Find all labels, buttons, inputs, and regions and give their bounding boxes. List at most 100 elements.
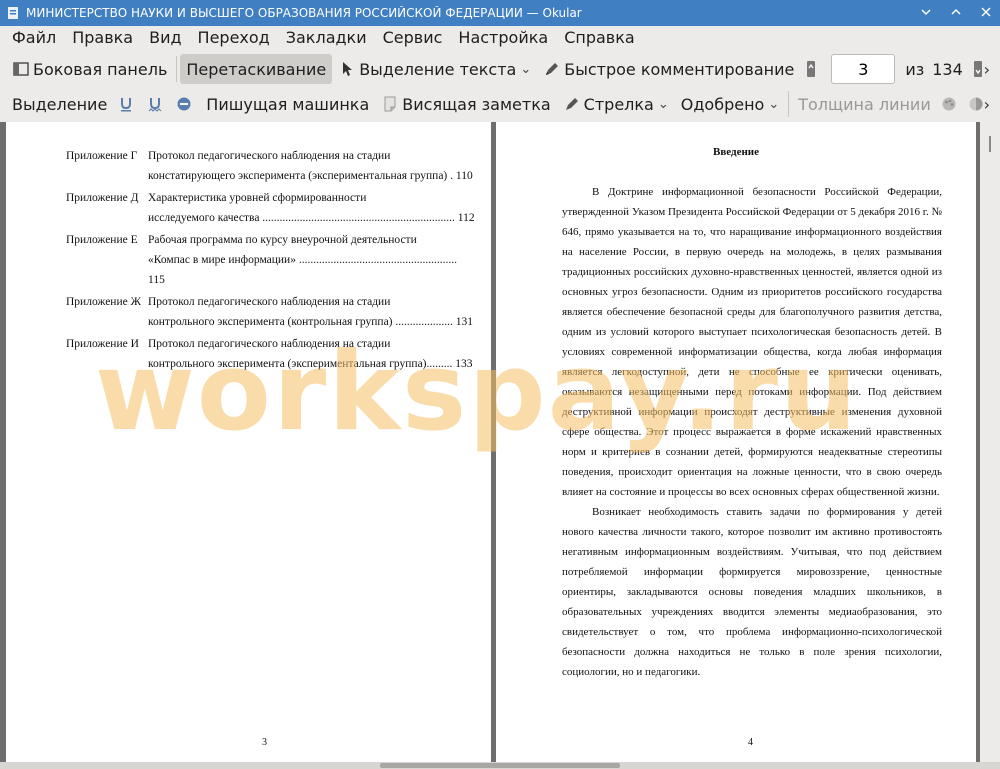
menu-bar: Файл Правка Вид Переход Закладки Сервис … (0, 26, 1000, 50)
page-4: Введение В Доктрине информационной безоп… (496, 122, 976, 762)
maximize-icon[interactable] (948, 4, 964, 20)
toc-line: «Компас в мире информации» .............… (148, 254, 457, 286)
strikeout-icon (175, 95, 193, 113)
arrow-tool-label: Стрелка (583, 94, 654, 114)
squiggly-underline-icon (146, 95, 164, 113)
inline-note-button[interactable]: Висящая заметка (375, 89, 556, 119)
menu-bookmarks[interactable]: Закладки (278, 27, 375, 49)
quick-comment-label: Быстрое комментирование (564, 59, 795, 79)
annotation-toolbar: Выделение Пишущая машинка Висящая заметк… (0, 87, 1000, 121)
typewriter-button[interactable]: Пишущая машинка (200, 89, 375, 119)
okular-app-icon[interactable] (5, 5, 21, 21)
menu-view[interactable]: Вид (141, 27, 189, 49)
page-total-label: 134 (932, 59, 963, 79)
window-title: МИНИСТЕРСТВО НАУКИ И ВЫСШЕГО ОБРАЗОВАНИЯ… (26, 6, 582, 20)
toc-entry[interactable]: Приложение Г Протокол педагогического на… (66, 146, 476, 186)
strikeout-button[interactable] (171, 89, 200, 119)
toc-line: Протокол педагогического наблюдения на с… (148, 338, 391, 350)
title-bar: МИНИСТЕРСТВО НАУКИ И ВЫСШЕГО ОБРАЗОВАНИЯ… (0, 0, 1000, 26)
page-up-icon (802, 60, 820, 78)
toc-line: Рабочая программа по курсу внеурочной де… (148, 234, 417, 246)
cursor-icon (338, 60, 356, 78)
sidebar-icon (12, 60, 30, 78)
table-of-contents: Приложение Г Протокол педагогического на… (66, 146, 476, 376)
toolbar-separator (176, 56, 178, 82)
toolbar-overflow-icon[interactable]: › (984, 60, 990, 79)
opacity-icon (967, 95, 985, 113)
menu-edit[interactable]: Правка (64, 27, 141, 49)
toc-entry[interactable]: Приложение Д Характеристика уровней сфор… (66, 188, 476, 228)
toc-entry-label: Приложение И (66, 338, 139, 350)
line-width-label: Толщина линии (798, 94, 931, 114)
menu-settings[interactable]: Настройка (450, 27, 556, 49)
underline-icon (117, 95, 135, 113)
line-width-button[interactable]: Толщина линии (792, 89, 937, 119)
squiggly-button[interactable] (142, 89, 171, 119)
okular-window: МИНИСТЕРСТВО НАУКИ И ВЫСШЕГО ОБРАЗОВАНИЯ… (0, 0, 1000, 769)
scrollbar-handle[interactable] (989, 136, 991, 152)
page-number: 4 (748, 737, 753, 748)
paragraph: Возникает необходимость ставить задачи п… (562, 506, 942, 678)
inline-note-label: Висящая заметка (402, 94, 551, 114)
chevron-down-icon[interactable]: ⌄ (768, 97, 779, 112)
palette-icon (940, 95, 958, 113)
menu-go[interactable]: Переход (190, 27, 278, 49)
document-view[interactable]: Приложение Г Протокол педагогического на… (0, 122, 1000, 762)
stamp-button[interactable]: Одобрено ⌄ (675, 89, 785, 119)
section-heading: Введение (712, 146, 760, 158)
highlight-label: Выделение (12, 94, 108, 114)
page-3: Приложение Г Протокол педагогического на… (6, 122, 491, 762)
scrollbar-handle[interactable] (380, 763, 620, 768)
highlight-button[interactable]: Выделение (6, 89, 113, 119)
text-selection-label: Выделение текста (359, 59, 517, 79)
toc-entry-text: Характеристика уровней сформированности … (148, 188, 476, 228)
vertical-scrollbar[interactable] (980, 122, 1000, 762)
toc-entry[interactable]: Приложение Ж Протокол педагогического на… (66, 292, 476, 332)
quick-comment-button[interactable]: Быстрое комментирование (537, 54, 800, 84)
drag-mode-label: Перетаскивание (186, 59, 327, 79)
pen-icon (563, 95, 581, 113)
toc-entry-text: Протокол педагогического наблюдения на с… (148, 146, 476, 186)
page-number: 3 (262, 737, 267, 748)
menu-help[interactable]: Справка (556, 27, 643, 49)
toc-entry-label: Приложение Е (66, 234, 138, 246)
toolbar-overflow-icon[interactable]: › (984, 95, 990, 114)
close-icon[interactable] (978, 4, 994, 20)
menu-file[interactable]: Файл (4, 27, 64, 49)
stamp-label: Одобрено (680, 94, 765, 114)
toc-line: контрольного эксперимента (контрольная г… (148, 316, 474, 328)
toc-entry[interactable]: Приложение И Протокол педагогического на… (66, 334, 476, 374)
drag-mode-button[interactable]: Перетаскивание (180, 54, 333, 84)
toc-line: Характеристика уровней сформированности (148, 192, 367, 204)
paragraph: В Доктрине информационной безопасности Р… (562, 186, 942, 498)
typewriter-label: Пишущая машинка (206, 94, 370, 114)
toc-entry[interactable]: Приложение Е Рабочая программа по курсу … (66, 230, 476, 290)
note-icon (381, 95, 399, 113)
chevron-down-icon[interactable]: ⌄ (520, 62, 531, 77)
sidebar-button[interactable]: Боковая панель (6, 54, 173, 84)
menu-tools[interactable]: Сервис (375, 27, 451, 49)
chevron-down-icon[interactable]: ⌄ (658, 97, 669, 112)
toc-entry-label: Приложение Д (66, 192, 139, 204)
toc-entry-text: Протокол педагогического наблюдения на с… (148, 292, 476, 332)
toc-line: исследуемого качества ..................… (148, 212, 475, 224)
toc-entry-label: Приложение Г (66, 150, 138, 162)
page-body: В Доктрине информационной безопасности Р… (562, 182, 942, 682)
text-selection-button[interactable]: Выделение текста ⌄ (332, 54, 537, 84)
toc-line: Протокол педагогического наблюдения на с… (148, 296, 391, 308)
horizontal-scrollbar[interactable] (0, 762, 1000, 769)
underline-button[interactable] (113, 89, 142, 119)
arrow-tool-button[interactable]: Стрелка ⌄ (557, 89, 675, 119)
page-number-input[interactable]: 3 (831, 54, 896, 84)
toc-entry-text: Протокол педагогического наблюдения на с… (148, 334, 476, 374)
toc-line: констатирующего эксперимента (эксперимен… (148, 170, 473, 182)
page-of-label: из (905, 59, 925, 79)
toc-line: Протокол педагогического наблюдения на с… (148, 150, 391, 162)
toolbar-separator (788, 91, 790, 117)
color-button[interactable] (937, 89, 964, 119)
toc-entry-label: Приложение Ж (66, 296, 141, 308)
minimize-icon[interactable] (918, 4, 934, 20)
pen-icon (543, 60, 561, 78)
main-toolbar: Боковая панель Перетаскивание Выделение … (0, 52, 1000, 86)
previous-page-button[interactable] (800, 54, 825, 84)
